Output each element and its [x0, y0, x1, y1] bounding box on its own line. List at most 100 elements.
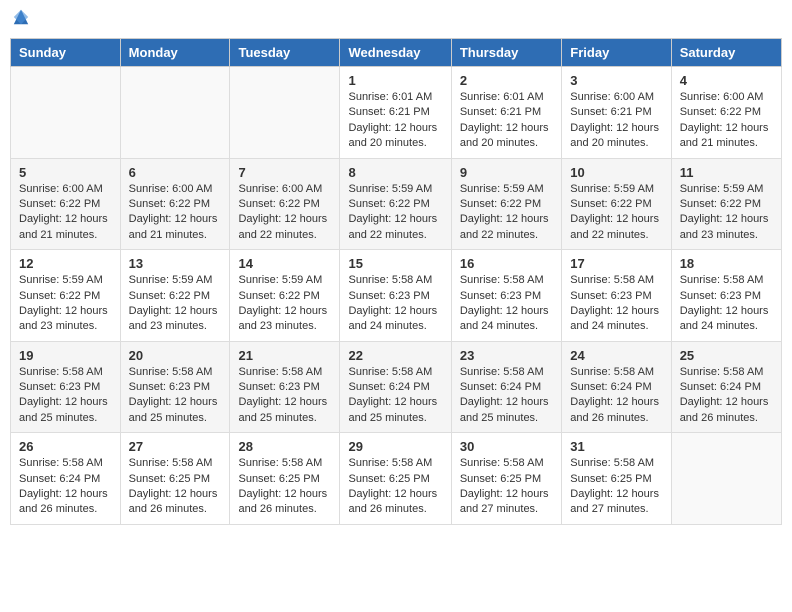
calendar-cell: 29 Sunrise: 5:58 AMSunset: 6:25 PMDaylig…: [340, 433, 451, 525]
calendar-cell: 9 Sunrise: 5:59 AMSunset: 6:22 PMDayligh…: [451, 158, 561, 250]
day-info: Sunrise: 5:58 AMSunset: 6:24 PMDaylight:…: [570, 366, 659, 424]
day-number: 23: [460, 348, 553, 363]
weekday-header-monday: Monday: [120, 39, 230, 67]
weekday-header-friday: Friday: [562, 39, 671, 67]
day-number: 6: [129, 165, 222, 180]
calendar-cell: [230, 67, 340, 159]
calendar-cell: 30 Sunrise: 5:58 AMSunset: 6:25 PMDaylig…: [451, 433, 561, 525]
calendar-cell: 20 Sunrise: 5:58 AMSunset: 6:23 PMDaylig…: [120, 341, 230, 433]
day-number: 3: [570, 73, 662, 88]
day-info: Sunrise: 6:00 AMSunset: 6:22 PMDaylight:…: [129, 183, 218, 241]
calendar-cell: 7 Sunrise: 6:00 AMSunset: 6:22 PMDayligh…: [230, 158, 340, 250]
calendar-cell: 26 Sunrise: 5:58 AMSunset: 6:24 PMDaylig…: [11, 433, 121, 525]
calendar-cell: 12 Sunrise: 5:59 AMSunset: 6:22 PMDaylig…: [11, 250, 121, 342]
calendar-cell: 16 Sunrise: 5:58 AMSunset: 6:23 PMDaylig…: [451, 250, 561, 342]
weekday-header-wednesday: Wednesday: [340, 39, 451, 67]
calendar-cell: 23 Sunrise: 5:58 AMSunset: 6:24 PMDaylig…: [451, 341, 561, 433]
calendar-cell: 6 Sunrise: 6:00 AMSunset: 6:22 PMDayligh…: [120, 158, 230, 250]
calendar-cell: 18 Sunrise: 5:58 AMSunset: 6:23 PMDaylig…: [671, 250, 781, 342]
calendar-cell: 24 Sunrise: 5:58 AMSunset: 6:24 PMDaylig…: [562, 341, 671, 433]
calendar-cell: 21 Sunrise: 5:58 AMSunset: 6:23 PMDaylig…: [230, 341, 340, 433]
day-info: Sunrise: 5:58 AMSunset: 6:25 PMDaylight:…: [238, 457, 327, 515]
calendar-cell: 27 Sunrise: 5:58 AMSunset: 6:25 PMDaylig…: [120, 433, 230, 525]
calendar-cell: 25 Sunrise: 5:58 AMSunset: 6:24 PMDaylig…: [671, 341, 781, 433]
day-number: 5: [19, 165, 112, 180]
calendar-cell: 5 Sunrise: 6:00 AMSunset: 6:22 PMDayligh…: [11, 158, 121, 250]
day-number: 13: [129, 256, 222, 271]
day-number: 14: [238, 256, 331, 271]
day-number: 2: [460, 73, 553, 88]
calendar-cell: [11, 67, 121, 159]
calendar-cell: 4 Sunrise: 6:00 AMSunset: 6:22 PMDayligh…: [671, 67, 781, 159]
day-number: 30: [460, 439, 553, 454]
calendar-cell: 14 Sunrise: 5:59 AMSunset: 6:22 PMDaylig…: [230, 250, 340, 342]
day-info: Sunrise: 5:58 AMSunset: 6:23 PMDaylight:…: [19, 366, 108, 424]
day-info: Sunrise: 6:01 AMSunset: 6:21 PMDaylight:…: [460, 91, 549, 149]
calendar-cell: [120, 67, 230, 159]
logo: [10, 10, 30, 28]
day-number: 10: [570, 165, 662, 180]
day-info: Sunrise: 5:58 AMSunset: 6:25 PMDaylight:…: [570, 457, 659, 515]
calendar-week-row: 26 Sunrise: 5:58 AMSunset: 6:24 PMDaylig…: [11, 433, 782, 525]
day-number: 7: [238, 165, 331, 180]
calendar-cell: 22 Sunrise: 5:58 AMSunset: 6:24 PMDaylig…: [340, 341, 451, 433]
logo-icon: [12, 8, 30, 26]
day-number: 1: [348, 73, 442, 88]
day-info: Sunrise: 5:58 AMSunset: 6:23 PMDaylight:…: [460, 274, 549, 332]
day-number: 31: [570, 439, 662, 454]
weekday-header-tuesday: Tuesday: [230, 39, 340, 67]
day-number: 17: [570, 256, 662, 271]
weekday-header-thursday: Thursday: [451, 39, 561, 67]
day-info: Sunrise: 5:58 AMSunset: 6:23 PMDaylight:…: [680, 274, 769, 332]
calendar-table: SundayMondayTuesdayWednesdayThursdayFrid…: [10, 38, 782, 525]
day-info: Sunrise: 5:59 AMSunset: 6:22 PMDaylight:…: [680, 183, 769, 241]
calendar-cell: 1 Sunrise: 6:01 AMSunset: 6:21 PMDayligh…: [340, 67, 451, 159]
day-info: Sunrise: 5:58 AMSunset: 6:23 PMDaylight:…: [570, 274, 659, 332]
day-number: 16: [460, 256, 553, 271]
day-info: Sunrise: 5:58 AMSunset: 6:24 PMDaylight:…: [348, 366, 437, 424]
page-header: [10, 10, 782, 28]
day-info: Sunrise: 6:00 AMSunset: 6:22 PMDaylight:…: [238, 183, 327, 241]
day-info: Sunrise: 5:58 AMSunset: 6:25 PMDaylight:…: [129, 457, 218, 515]
day-info: Sunrise: 5:59 AMSunset: 6:22 PMDaylight:…: [570, 183, 659, 241]
calendar-cell: 8 Sunrise: 5:59 AMSunset: 6:22 PMDayligh…: [340, 158, 451, 250]
day-info: Sunrise: 5:59 AMSunset: 6:22 PMDaylight:…: [348, 183, 437, 241]
day-info: Sunrise: 5:58 AMSunset: 6:24 PMDaylight:…: [460, 366, 549, 424]
weekday-header-row: SundayMondayTuesdayWednesdayThursdayFrid…: [11, 39, 782, 67]
calendar-cell: 15 Sunrise: 5:58 AMSunset: 6:23 PMDaylig…: [340, 250, 451, 342]
calendar-cell: 31 Sunrise: 5:58 AMSunset: 6:25 PMDaylig…: [562, 433, 671, 525]
day-number: 24: [570, 348, 662, 363]
day-number: 8: [348, 165, 442, 180]
day-info: Sunrise: 5:59 AMSunset: 6:22 PMDaylight:…: [19, 274, 108, 332]
calendar-cell: 2 Sunrise: 6:01 AMSunset: 6:21 PMDayligh…: [451, 67, 561, 159]
calendar-cell: 19 Sunrise: 5:58 AMSunset: 6:23 PMDaylig…: [11, 341, 121, 433]
day-number: 26: [19, 439, 112, 454]
day-info: Sunrise: 6:00 AMSunset: 6:22 PMDaylight:…: [680, 91, 769, 149]
day-number: 25: [680, 348, 773, 363]
day-number: 20: [129, 348, 222, 363]
day-number: 29: [348, 439, 442, 454]
calendar-week-row: 12 Sunrise: 5:59 AMSunset: 6:22 PMDaylig…: [11, 250, 782, 342]
calendar-cell: 3 Sunrise: 6:00 AMSunset: 6:21 PMDayligh…: [562, 67, 671, 159]
day-number: 18: [680, 256, 773, 271]
day-number: 22: [348, 348, 442, 363]
day-info: Sunrise: 5:59 AMSunset: 6:22 PMDaylight:…: [238, 274, 327, 332]
day-info: Sunrise: 5:58 AMSunset: 6:23 PMDaylight:…: [348, 274, 437, 332]
day-number: 28: [238, 439, 331, 454]
day-info: Sunrise: 5:59 AMSunset: 6:22 PMDaylight:…: [129, 274, 218, 332]
calendar-cell: 13 Sunrise: 5:59 AMSunset: 6:22 PMDaylig…: [120, 250, 230, 342]
calendar-cell: 17 Sunrise: 5:58 AMSunset: 6:23 PMDaylig…: [562, 250, 671, 342]
day-info: Sunrise: 5:58 AMSunset: 6:25 PMDaylight:…: [460, 457, 549, 515]
day-number: 12: [19, 256, 112, 271]
calendar-cell: 28 Sunrise: 5:58 AMSunset: 6:25 PMDaylig…: [230, 433, 340, 525]
day-info: Sunrise: 6:01 AMSunset: 6:21 PMDaylight:…: [348, 91, 437, 149]
day-info: Sunrise: 5:58 AMSunset: 6:25 PMDaylight:…: [348, 457, 437, 515]
day-info: Sunrise: 6:00 AMSunset: 6:22 PMDaylight:…: [19, 183, 108, 241]
day-number: 21: [238, 348, 331, 363]
day-info: Sunrise: 5:58 AMSunset: 6:23 PMDaylight:…: [238, 366, 327, 424]
day-number: 9: [460, 165, 553, 180]
calendar-week-row: 19 Sunrise: 5:58 AMSunset: 6:23 PMDaylig…: [11, 341, 782, 433]
day-number: 15: [348, 256, 442, 271]
day-number: 4: [680, 73, 773, 88]
calendar-week-row: 5 Sunrise: 6:00 AMSunset: 6:22 PMDayligh…: [11, 158, 782, 250]
